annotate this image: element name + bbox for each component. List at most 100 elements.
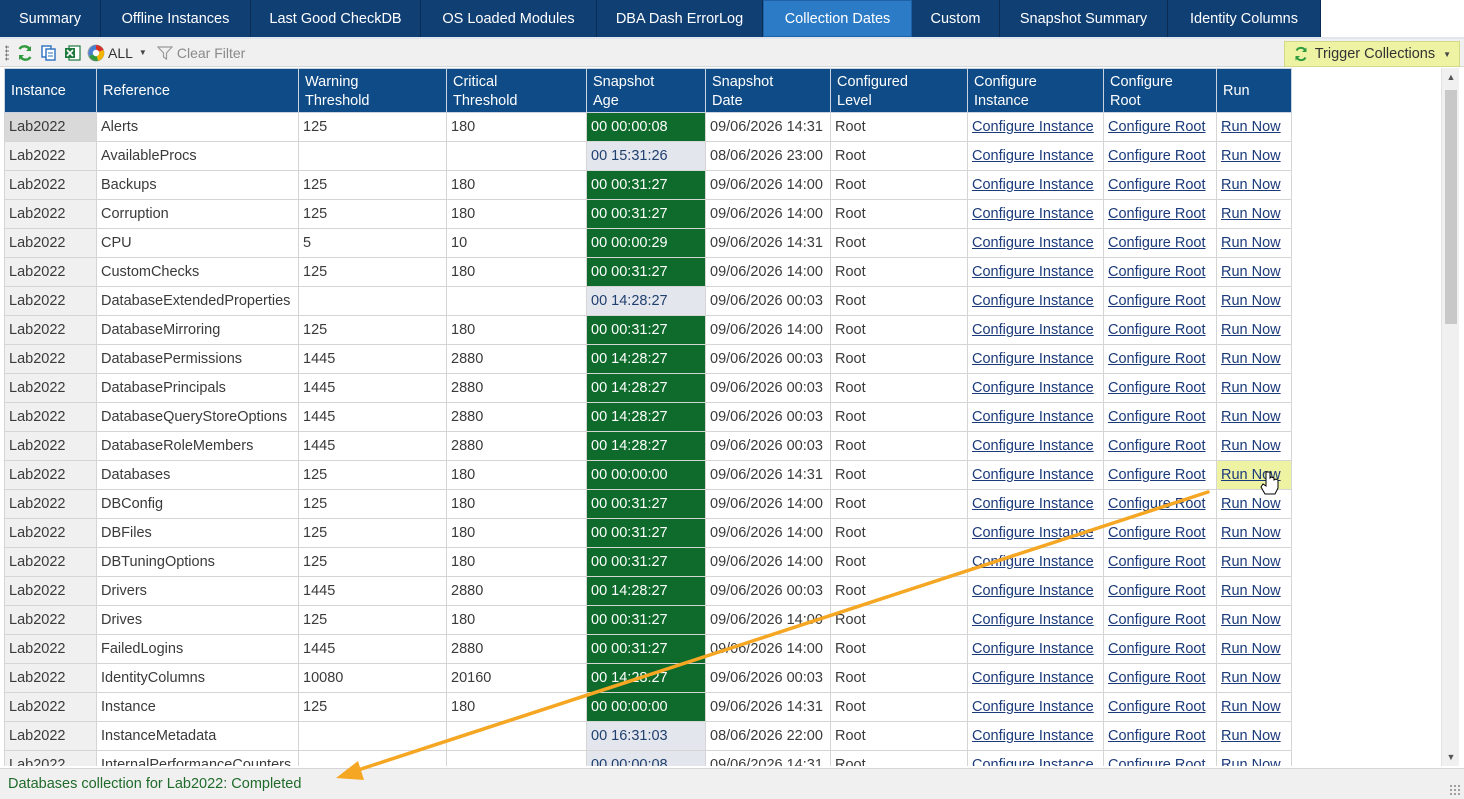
cell-snapshot-date[interactable]: 09/06/2026 14:00 [705, 547, 831, 577]
configure-root-link[interactable]: Configure Root [1108, 206, 1206, 222]
configure-instance-link[interactable]: Configure Instance [972, 699, 1094, 715]
cell-reference[interactable]: Alerts [96, 112, 299, 142]
run-now-link[interactable]: Run Now [1221, 380, 1281, 396]
cell-instance[interactable]: Lab2022 [4, 141, 97, 171]
cell-reference[interactable]: CustomChecks [96, 257, 299, 287]
cell-instance[interactable]: Lab2022 [4, 692, 97, 722]
configure-root-cell[interactable]: Configure Root [1103, 228, 1217, 258]
cell-reference[interactable]: FailedLogins [96, 634, 299, 664]
table-row[interactable]: Lab2022 DatabasePermissions 1445 2880 00 14:… [4, 344, 1292, 374]
cell-critical-threshold[interactable] [446, 721, 587, 751]
configure-instance-link[interactable]: Configure Instance [972, 496, 1094, 512]
configure-root-link[interactable]: Configure Root [1108, 351, 1206, 367]
configure-instance-cell[interactable]: Configure Instance [967, 634, 1104, 664]
run-now-cell[interactable]: Run Now [1216, 344, 1292, 374]
cell-instance[interactable]: Lab2022 [4, 286, 97, 316]
cell-instance[interactable]: Lab2022 [4, 605, 97, 635]
cell-snapshot-age[interactable]: 00 14:28:27 [586, 431, 706, 461]
cell-instance[interactable]: Lab2022 [4, 228, 97, 258]
configure-instance-link[interactable]: Configure Instance [972, 438, 1094, 454]
run-now-cell[interactable]: Run Now [1216, 721, 1292, 751]
table-row[interactable]: Lab2022 CustomChecks 125 180 00 00:31:27 09/0… [4, 257, 1292, 287]
table-row[interactable]: Lab2022 AvailableProcs 00 15:31:26 08/06/20… [4, 141, 1292, 171]
tab-last-good-checkdb[interactable]: Last Good CheckDB [251, 0, 421, 37]
configure-root-cell[interactable]: Configure Root [1103, 489, 1217, 519]
cell-reference[interactable]: DBConfig [96, 489, 299, 519]
configure-instance-link[interactable]: Configure Instance [972, 583, 1094, 599]
table-row[interactable]: Lab2022 Instance 125 180 00 00:00:00 09/06/20… [4, 692, 1292, 722]
configure-root-link[interactable]: Configure Root [1108, 467, 1206, 483]
run-now-cell[interactable]: Run Now [1216, 373, 1292, 403]
cell-snapshot-date[interactable]: 09/06/2026 14:00 [705, 489, 831, 519]
configure-instance-cell[interactable]: Configure Instance [967, 199, 1104, 229]
run-now-cell[interactable]: Run Now [1216, 518, 1292, 548]
cell-configured-level[interactable]: Root [830, 199, 968, 229]
run-now-link[interactable]: Run Now [1221, 641, 1281, 657]
configure-root-link[interactable]: Configure Root [1108, 177, 1206, 193]
run-now-cell[interactable]: Run Now [1216, 402, 1292, 432]
run-now-cell[interactable]: Run Now [1216, 547, 1292, 577]
cell-warning-threshold[interactable]: 1445 [298, 634, 447, 664]
cell-critical-threshold[interactable]: 2880 [446, 402, 587, 432]
run-now-link[interactable]: Run Now [1221, 438, 1281, 454]
configure-root-link[interactable]: Configure Root [1108, 322, 1206, 338]
cell-configured-level[interactable]: Root [830, 228, 968, 258]
run-now-link[interactable]: Run Now [1221, 409, 1281, 425]
tab-snapshot-summary[interactable]: Snapshot Summary [1000, 0, 1168, 37]
cell-snapshot-age[interactable]: 00 00:31:27 [586, 315, 706, 345]
configure-instance-cell[interactable]: Configure Instance [967, 750, 1104, 766]
configure-instance-cell[interactable]: Configure Instance [967, 518, 1104, 548]
configure-instance-link[interactable]: Configure Instance [972, 148, 1094, 164]
cell-reference[interactable]: Corruption [96, 199, 299, 229]
configure-instance-link[interactable]: Configure Instance [972, 380, 1094, 396]
cell-snapshot-age[interactable]: 00 00:31:27 [586, 634, 706, 664]
cell-snapshot-age[interactable]: 00 00:31:27 [586, 547, 706, 577]
cell-configured-level[interactable]: Root [830, 402, 968, 432]
cell-snapshot-date[interactable]: 09/06/2026 14:31 [705, 112, 831, 142]
cell-instance[interactable]: Lab2022 [4, 199, 97, 229]
cell-instance[interactable]: Lab2022 [4, 431, 97, 461]
configure-instance-cell[interactable]: Configure Instance [967, 170, 1104, 200]
cell-reference[interactable]: IdentityColumns [96, 663, 299, 693]
configure-instance-link[interactable]: Configure Instance [972, 554, 1094, 570]
cell-critical-threshold[interactable]: 10 [446, 228, 587, 258]
run-now-cell[interactable]: Run Now [1216, 141, 1292, 171]
cell-snapshot-date[interactable]: 09/06/2026 00:03 [705, 402, 831, 432]
cell-reference[interactable]: InternalPerformanceCounters [96, 750, 299, 766]
configure-instance-link[interactable]: Configure Instance [972, 757, 1094, 766]
configure-root-link[interactable]: Configure Root [1108, 264, 1206, 280]
configure-instance-link[interactable]: Configure Instance [972, 322, 1094, 338]
run-now-link[interactable]: Run Now [1221, 583, 1281, 599]
cell-critical-threshold[interactable]: 2880 [446, 344, 587, 374]
configure-instance-cell[interactable]: Configure Instance [967, 315, 1104, 345]
cell-warning-threshold[interactable]: 125 [298, 170, 447, 200]
cell-snapshot-age[interactable]: 00 00:31:27 [586, 518, 706, 548]
run-now-link[interactable]: Run Now [1221, 699, 1281, 715]
cell-snapshot-age[interactable]: 00 00:00:00 [586, 692, 706, 722]
cell-instance[interactable]: Lab2022 [4, 634, 97, 664]
cell-snapshot-date[interactable]: 09/06/2026 14:00 [705, 315, 831, 345]
tab-offline-instances[interactable]: Offline Instances [101, 0, 251, 37]
run-now-cell[interactable]: Run Now [1216, 750, 1292, 766]
cell-configured-level[interactable]: Root [830, 547, 968, 577]
cell-critical-threshold[interactable]: 180 [446, 460, 587, 490]
table-row[interactable]: Lab2022 DBConfig 125 180 00 00:31:27 09/06/20… [4, 489, 1292, 519]
configure-instance-link[interactable]: Configure Instance [972, 206, 1094, 222]
configure-root-link[interactable]: Configure Root [1108, 496, 1206, 512]
run-now-cell[interactable]: Run Now [1216, 576, 1292, 606]
table-row[interactable]: Lab2022 DBFiles 125 180 00 00:31:27 09/06/202… [4, 518, 1292, 548]
run-now-cell[interactable]: Run Now [1216, 315, 1292, 345]
cell-reference[interactable]: CPU [96, 228, 299, 258]
cell-critical-threshold[interactable]: 2880 [446, 576, 587, 606]
configure-root-cell[interactable]: Configure Root [1103, 286, 1217, 316]
cell-critical-threshold[interactable]: 20160 [446, 663, 587, 693]
table-row[interactable]: Lab2022 IdentityColumns 10080 20160 00 14:28… [4, 663, 1292, 693]
cell-snapshot-date[interactable]: 09/06/2026 00:03 [705, 286, 831, 316]
copy-icon[interactable] [39, 43, 59, 63]
configure-root-link[interactable]: Configure Root [1108, 525, 1206, 541]
configure-root-cell[interactable]: Configure Root [1103, 344, 1217, 374]
cell-warning-threshold[interactable] [298, 141, 447, 171]
configure-root-cell[interactable]: Configure Root [1103, 576, 1217, 606]
cell-warning-threshold[interactable]: 1445 [298, 344, 447, 374]
run-now-cell[interactable]: Run Now [1216, 199, 1292, 229]
